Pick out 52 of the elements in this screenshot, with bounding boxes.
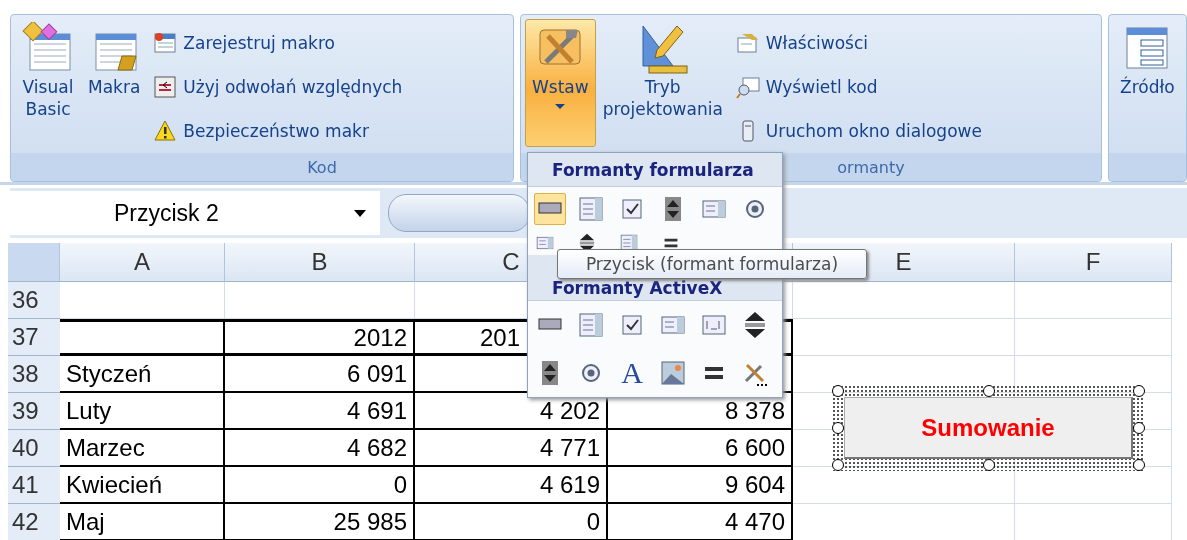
group-label: Kod: [306, 157, 337, 177]
command-icon: [735, 75, 760, 99]
table-cell: 4 771: [415, 430, 608, 467]
row-header[interactable]: 41: [8, 467, 60, 504]
column-header[interactable]: F: [1015, 243, 1172, 282]
tooltip: Przycisk (formant formularza): [557, 249, 867, 279]
table-cell: 4 619: [415, 467, 608, 504]
table-cell: Luty: [60, 393, 225, 430]
table-cell: 6 091: [225, 356, 415, 393]
table-cell: 4 691: [225, 393, 415, 430]
column-header[interactable]: B: [225, 243, 415, 282]
list-box-icon: [577, 311, 605, 339]
command-icon: [153, 75, 178, 99]
table-cell: 2012: [225, 319, 415, 356]
row-header[interactable]: 38: [8, 356, 60, 393]
table-cell: Maj: [60, 504, 225, 540]
table-cell: 25 985: [225, 504, 415, 540]
ribbon-button[interactable]: Źródło: [1113, 19, 1182, 147]
table-cell: 4 470: [608, 504, 793, 540]
table-cell: 6 600: [608, 430, 793, 467]
table-cell: 9 604: [608, 467, 793, 504]
table-cell: 0: [415, 504, 608, 540]
table-cell: Marzec: [60, 430, 225, 467]
row-header[interactable]: 37: [8, 319, 60, 356]
column-header[interactable]: A: [60, 243, 225, 282]
ribbon-button[interactable]: Visual Basic: [15, 19, 81, 147]
menu-section-title: Formanty formularza: [552, 159, 754, 180]
table-cell: Styczeń: [60, 356, 225, 393]
ribbon-small-button[interactable]: Uruchom okno dialogowe: [735, 113, 982, 149]
row-header[interactable]: 42: [8, 504, 60, 540]
command-icon: [153, 31, 178, 55]
ribbon-small-button[interactable]: Użyj odwołań względnych: [153, 69, 403, 105]
ribbon-small-button[interactable]: Bezpieczeństwo makr: [153, 113, 403, 149]
name-box[interactable]: Przycisk 2: [10, 191, 380, 235]
list-box-icon: [577, 195, 605, 223]
ribbon-small-button[interactable]: Wyświetl kod: [735, 69, 982, 105]
command-icon: [735, 31, 760, 55]
vba-icon: [22, 22, 74, 74]
ribbon-button[interactable]: Tryb projektowania: [595, 19, 730, 147]
ribbon-button[interactable]: Wstaw: [525, 19, 596, 147]
row-header[interactable]: 36: [8, 282, 60, 319]
row-header[interactable]: 40: [8, 430, 60, 467]
ribbon-button[interactable]: Makra: [81, 19, 148, 147]
table-cell: Kwiecień: [60, 467, 225, 504]
table-cell: 4 682: [225, 430, 415, 467]
row-header[interactable]: 39: [8, 393, 60, 430]
ribbon-small-button[interactable]: Zarejestruj makro: [153, 25, 403, 61]
image-icon: [659, 359, 687, 387]
table-cell: 0: [225, 467, 415, 504]
ribbon-small-button[interactable]: Właściwości: [735, 25, 982, 61]
command-icon: [153, 119, 178, 143]
control-tool[interactable]: A: [616, 357, 648, 389]
